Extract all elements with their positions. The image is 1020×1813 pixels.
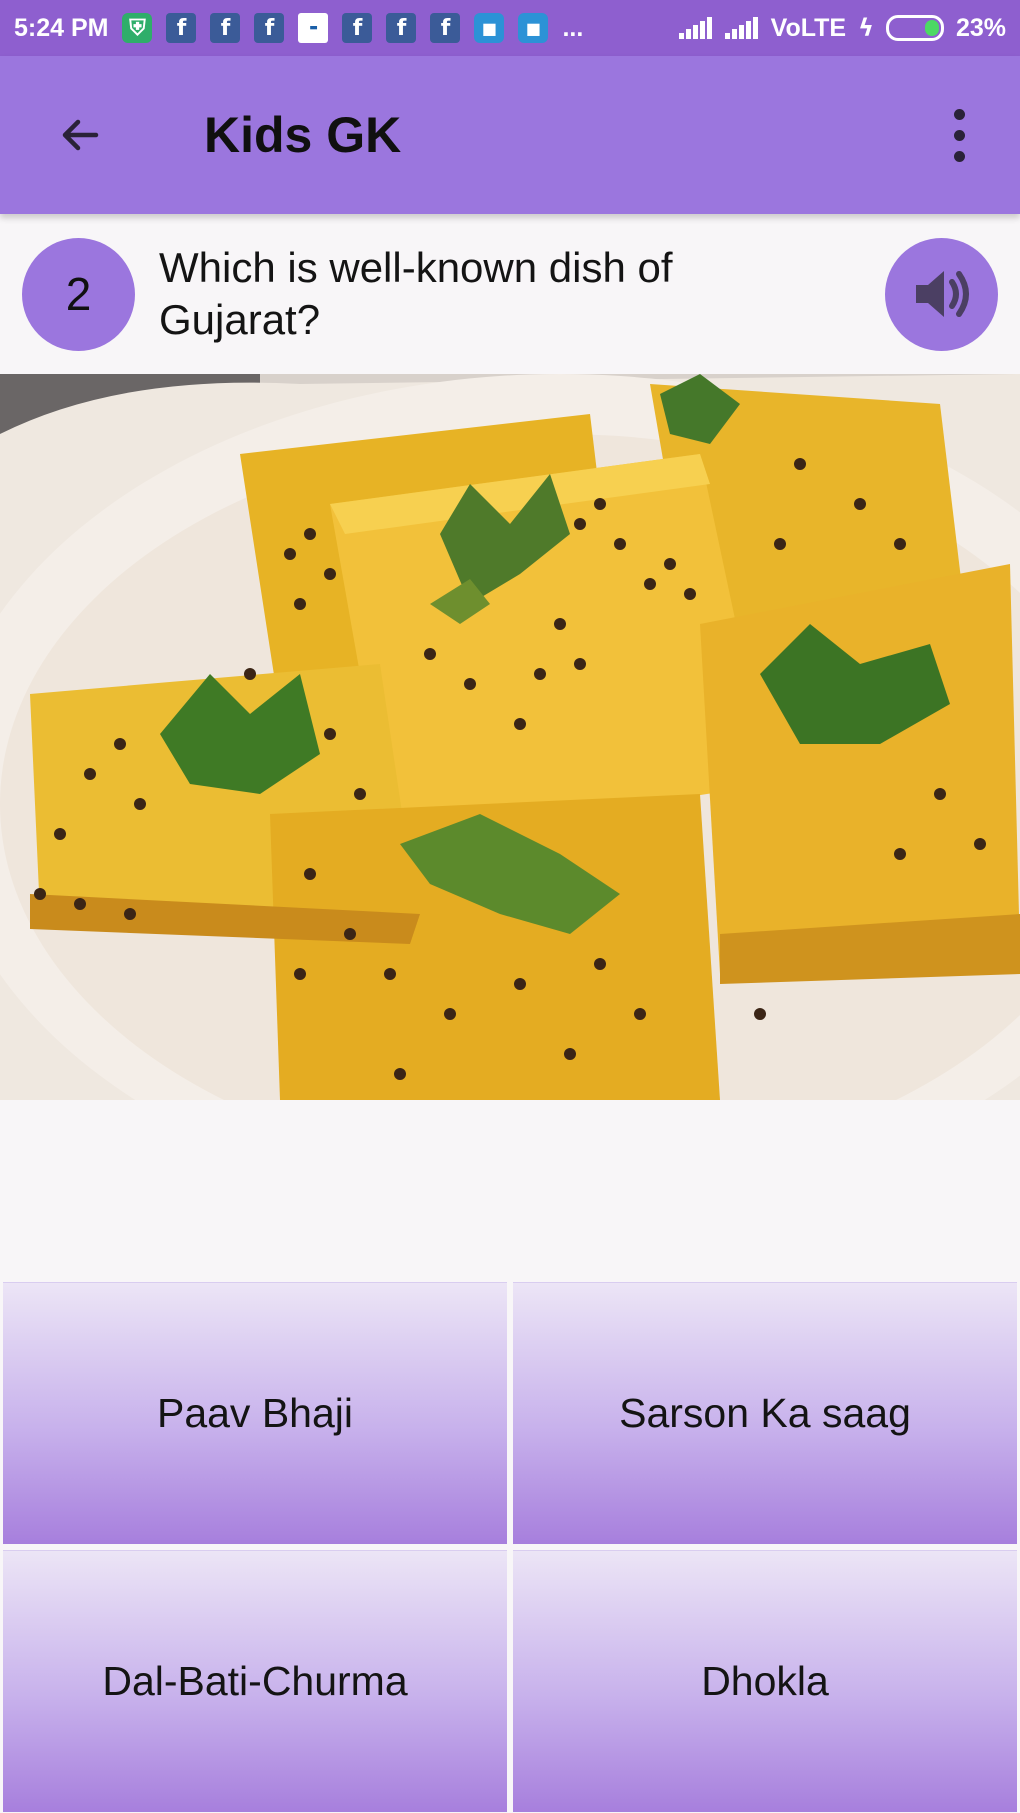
shield-notification-icon: ⛨ [122, 13, 153, 43]
facebook-notification-icon: f [210, 13, 241, 43]
status-right: VoLTE ϟ 23% [678, 13, 1006, 43]
question-image [0, 374, 1020, 1100]
facebook-notification-icon: f [386, 13, 417, 43]
status-left: 5:24 PM ⛨ f f f ▬ f f f ■ ■ ... [14, 13, 583, 43]
network-type: VoLTE [770, 13, 847, 42]
battery-icon [885, 15, 944, 41]
answer-option-1[interactable]: Paav Bhaji [3, 1282, 507, 1544]
charging-icon: ϟ [858, 14, 874, 42]
paytm-notification-icon: ▬ [298, 13, 329, 43]
answer-option-2[interactable]: Sarson Ka saag [513, 1282, 1017, 1544]
answer-label: Dhokla [701, 1658, 829, 1704]
facebook-notification-icon: f [166, 13, 197, 43]
answer-option-3[interactable]: Dal-Bati-Churma [3, 1550, 507, 1812]
battery-percent: 23% [955, 13, 1006, 42]
hike-notification-icon: ■ [474, 13, 505, 43]
app-title: Kids GK [204, 107, 402, 163]
arrow-back-icon [62, 119, 99, 151]
question-text: Which is well-known dish of Gujarat? [159, 244, 673, 343]
back-button[interactable] [40, 95, 120, 175]
volume-icon [915, 271, 969, 317]
status-time: 5:24 PM [14, 13, 109, 42]
more-notifications-indicator: ... [562, 13, 584, 42]
facebook-notification-icon: f [342, 13, 373, 43]
dhokla-photo [0, 374, 1020, 1100]
overflow-menu-button[interactable] [934, 95, 984, 175]
more-vert-icon [953, 108, 965, 120]
speaker-button[interactable] [885, 237, 998, 351]
question-number-badge: 2 [22, 237, 135, 351]
answer-label: Dal-Bati-Churma [102, 1658, 408, 1704]
hike-notification-icon: ■ [518, 13, 549, 43]
answer-option-4[interactable]: Dhokla [513, 1550, 1017, 1812]
question-bar: 2 Which is well-known dish of Gujarat? [0, 214, 1020, 374]
answer-label: Paav Bhaji [156, 1390, 353, 1436]
answer-label: Sarson Ka saag [619, 1390, 911, 1436]
signal-icon [678, 17, 713, 39]
facebook-notification-icon: f [254, 13, 285, 43]
status-bar: 5:24 PM ⛨ f f f ▬ f f f ■ ■ ... VoLTE ϟ … [0, 0, 1020, 56]
facebook-notification-icon: f [430, 13, 461, 43]
answer-grid: Paav Bhaji Sarson Ka saag Dal-Bati-Churm… [0, 1282, 1020, 1813]
app-bar: Kids GK [0, 56, 1020, 214]
signal-icon [724, 17, 759, 39]
